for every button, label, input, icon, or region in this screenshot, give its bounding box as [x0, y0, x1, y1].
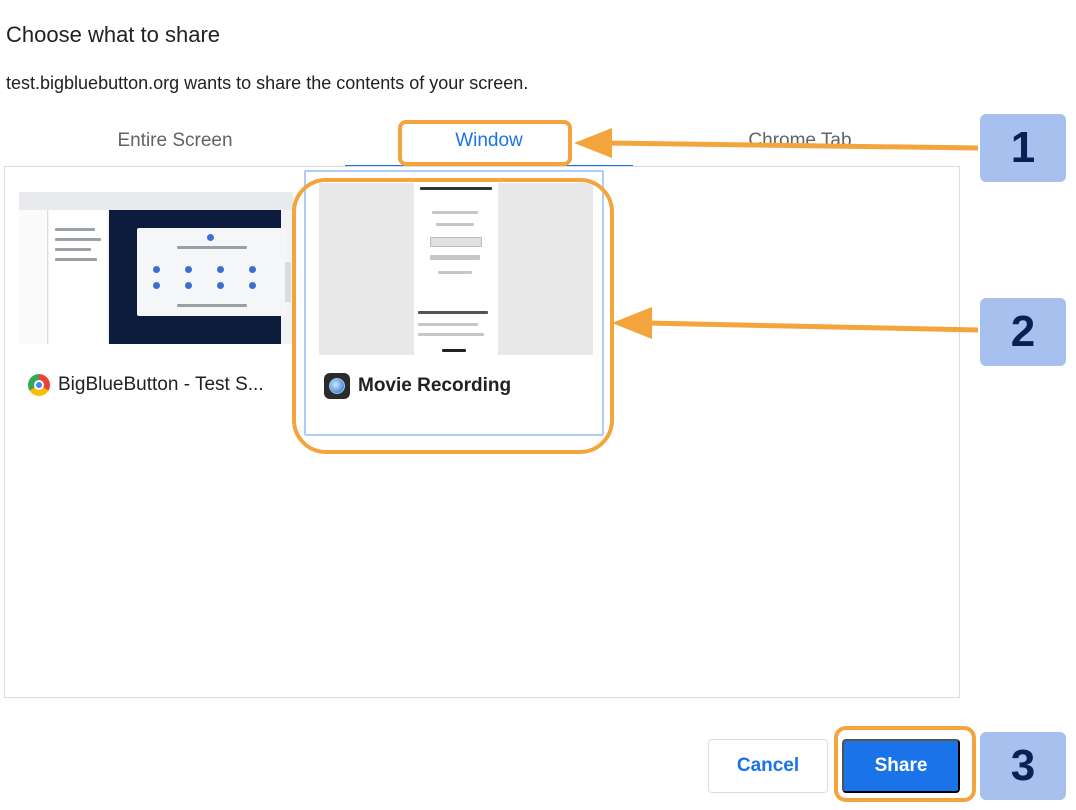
- arrow-2-head: [612, 307, 652, 339]
- annotation-badge-1: 1: [980, 114, 1066, 182]
- arrow-2-line: [645, 320, 979, 333]
- arrow-1-head: [574, 128, 612, 158]
- annotation-arrows: [574, 128, 979, 339]
- arrow-1-line: [605, 140, 979, 151]
- annotation-badge-2: 2: [980, 298, 1066, 366]
- annotation-badge-3: 3: [980, 732, 1066, 800]
